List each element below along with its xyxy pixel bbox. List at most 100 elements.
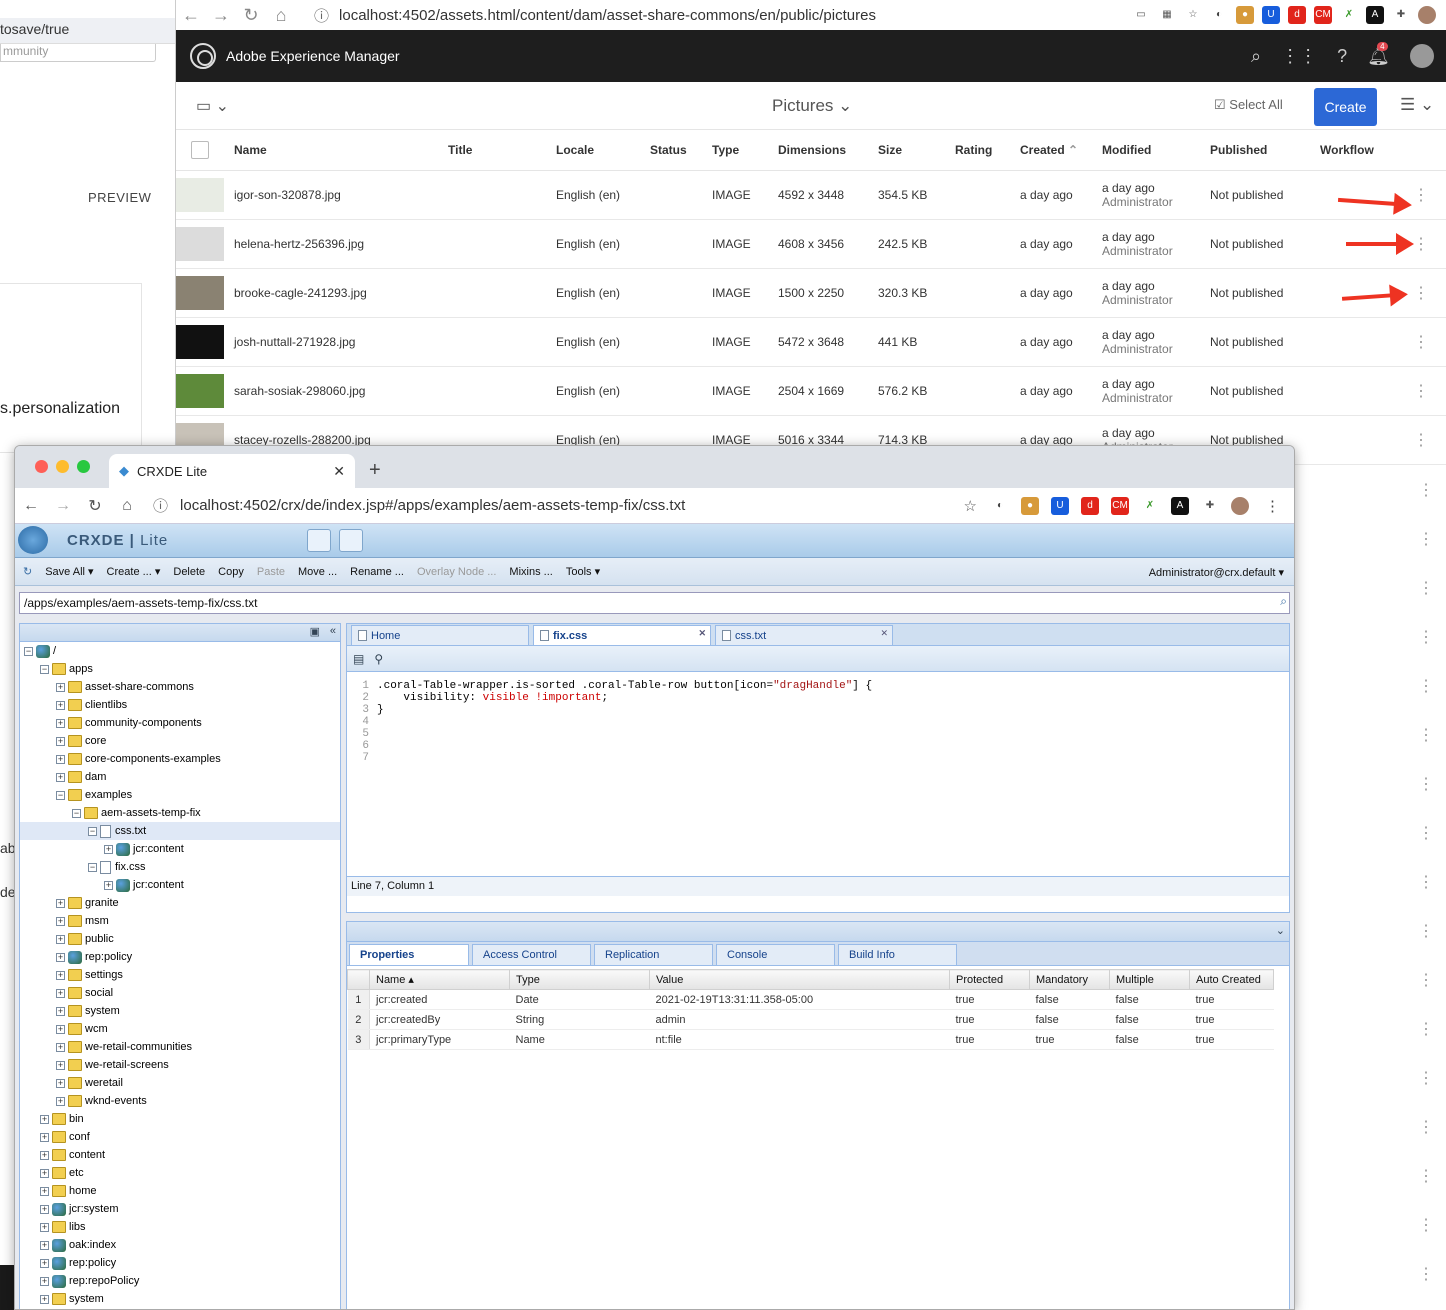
back-icon[interactable]: ← — [15, 497, 47, 515]
tree-node-label[interactable]: system — [85, 1005, 120, 1017]
tree-node[interactable]: + rep:repoPolicy — [20, 1272, 340, 1290]
editor-tab[interactable]: fix.css ✕ — [533, 625, 711, 645]
expand-toggle-icon[interactable]: − — [24, 646, 33, 656]
drag-handle-icon[interactable]: ⋮ — [1416, 872, 1436, 892]
drag-handle-icon[interactable]: ⋮ — [1416, 774, 1436, 794]
switch-workspace-icon[interactable] — [307, 529, 331, 552]
expand-toggle-icon[interactable]: + — [40, 1204, 49, 1214]
save-all-button[interactable]: Save All ▾ — [45, 565, 93, 578]
table-row[interactable]: igor-son-320878.jpg English (en) IMAGE 4592… — [176, 170, 1446, 220]
col-name[interactable]: Name — [224, 130, 448, 171]
tree-node-label[interactable]: home — [69, 1185, 97, 1197]
tree-node-label[interactable]: jcr:content — [133, 879, 184, 891]
expand-toggle-icon[interactable]: + — [56, 970, 65, 980]
tree-node-label[interactable]: msm — [85, 915, 109, 927]
tree-node-label[interactable]: jcr:content — [133, 843, 184, 855]
editor-tab[interactable]: Home — [351, 625, 529, 645]
docs-extension-icon[interactable]: d — [1288, 6, 1306, 24]
table-row[interactable]: josh-nuttall-271928.jpg English (en) IMAGE… — [176, 317, 1446, 367]
expand-toggle-icon[interactable]: + — [56, 898, 65, 908]
tree-node-label[interactable]: clientlibs — [85, 699, 127, 711]
tree-node[interactable]: + weretail — [20, 1074, 340, 1092]
search-icon[interactable]: ⌕ — [1251, 46, 1261, 67]
tree-node[interactable]: − apps — [20, 660, 340, 678]
tree-node-label[interactable]: / — [53, 645, 56, 657]
tree-node-label[interactable]: granite — [85, 897, 119, 909]
expand-toggle-icon[interactable]: + — [56, 682, 65, 692]
tree-node[interactable]: − css.txt — [20, 822, 340, 840]
tree-node-label[interactable]: asset-share-commons — [85, 681, 194, 693]
tree-node[interactable]: + oak:index — [20, 1236, 340, 1254]
tree-node[interactable]: + public — [20, 930, 340, 948]
expand-toggle-icon[interactable]: + — [40, 1276, 49, 1286]
properties-tab[interactable]: Build Info — [838, 944, 957, 965]
tree-node-label[interactable]: social — [85, 987, 113, 999]
tree-node[interactable]: + clientlibs — [20, 696, 340, 714]
back-icon[interactable]: ← — [176, 5, 206, 26]
asset-name[interactable]: brooke-cagle-241293.jpg — [224, 268, 448, 318]
magnifier-icon[interactable]: ⌕ — [1280, 594, 1287, 609]
info-icon[interactable]: ⓘ — [314, 5, 329, 26]
col-locale[interactable]: Locale — [556, 130, 650, 171]
tree-node-label[interactable]: fix.css — [115, 861, 146, 873]
drag-handle-icon[interactable]: ⋮ — [1416, 970, 1436, 990]
background-input[interactable]: mmunity — [0, 44, 156, 62]
tree-node[interactable]: + home — [20, 1182, 340, 1200]
home-icon[interactable]: ⌂ — [111, 497, 143, 515]
drag-handle-icon[interactable]: ⋮ — [1416, 1019, 1436, 1039]
col-title[interactable]: Title — [448, 130, 556, 171]
properties-column-header[interactable]: Type — [509, 969, 650, 990]
tree-node[interactable]: + we-retail-screens — [20, 1056, 340, 1074]
profile-avatar[interactable] — [1231, 496, 1249, 515]
bitwarden-icon[interactable]: U — [1262, 6, 1280, 24]
tree-node[interactable]: + granite — [20, 894, 340, 912]
properties-tab[interactable]: Replication — [594, 944, 713, 965]
grid-extension-icon[interactable]: ▦ — [1158, 6, 1176, 24]
forward-icon[interactable]: → — [206, 5, 236, 26]
tree-node-label[interactable]: apps — [69, 663, 93, 675]
tree-node[interactable]: + system — [20, 1290, 340, 1308]
select-all-checkbox[interactable] — [176, 130, 224, 171]
tree-node-label[interactable]: settings — [85, 969, 123, 981]
drag-handle-icon[interactable]: ⋮ — [1416, 823, 1436, 843]
col-size[interactable]: Size — [878, 130, 955, 171]
table-row[interactable]: helena-hertz-256396.jpg English (en) IMAGE… — [176, 219, 1446, 269]
tree-node[interactable]: + asset-share-commons — [20, 678, 340, 696]
expand-toggle-icon[interactable]: + — [40, 1114, 49, 1124]
expand-toggle-icon[interactable]: − — [88, 862, 97, 872]
asset-thumbnail[interactable] — [176, 275, 224, 310]
drag-handle-icon[interactable]: ⋮ — [1416, 1215, 1436, 1235]
bitwarden-icon[interactable]: U — [1051, 496, 1069, 515]
drag-handle-icon[interactable]: ⋮ — [1416, 480, 1436, 500]
col-status[interactable]: Status — [650, 130, 712, 171]
expand-toggle-icon[interactable]: + — [56, 718, 65, 728]
row-thumbnail[interactable] — [176, 366, 224, 416]
tree-node[interactable]: + core — [20, 732, 340, 750]
tree-node-label[interactable]: we-retail-communities — [85, 1041, 192, 1053]
properties-column-header[interactable]: Auto Created — [1189, 969, 1274, 990]
tree-node[interactable]: − fix.css — [20, 858, 340, 876]
asset-thumbnail[interactable] — [176, 324, 224, 359]
cast-icon[interactable]: ▭ — [1132, 6, 1150, 24]
drag-handle-icon[interactable]: ⋮ — [1320, 415, 1446, 465]
reload-icon[interactable]: ↻ — [79, 496, 111, 516]
drag-handle-icon[interactable]: ⋮ — [1320, 170, 1446, 220]
refresh-workspace-icon[interactable] — [339, 529, 363, 552]
tree-node[interactable]: + core-components-examples — [20, 750, 340, 768]
tree-node[interactable]: + wknd-events — [20, 1092, 340, 1110]
col-published[interactable]: Published — [1210, 130, 1320, 171]
tree-node-label[interactable]: community-components — [85, 717, 202, 729]
reload-icon[interactable]: ↻ — [236, 5, 266, 26]
expand-toggle-icon[interactable]: + — [40, 1186, 49, 1196]
drag-handle-icon[interactable]: ⋮ — [1320, 317, 1446, 367]
expand-toggle-icon[interactable]: − — [40, 664, 49, 674]
expand-toggle-icon[interactable]: + — [56, 952, 65, 962]
asset-name[interactable]: josh-nuttall-271928.jpg — [224, 317, 448, 367]
delete-button[interactable]: Delete — [173, 566, 205, 578]
menu-kebab-icon[interactable]: ⋮ — [1265, 497, 1280, 515]
format-icon[interactable]: ▤ — [353, 652, 364, 666]
close-window-icon[interactable] — [35, 460, 48, 473]
properties-tab[interactable]: Access Control — [472, 944, 591, 965]
tree-node-label[interactable]: rep:policy — [85, 951, 132, 963]
close-tab-icon[interactable]: ✕ — [880, 628, 888, 639]
